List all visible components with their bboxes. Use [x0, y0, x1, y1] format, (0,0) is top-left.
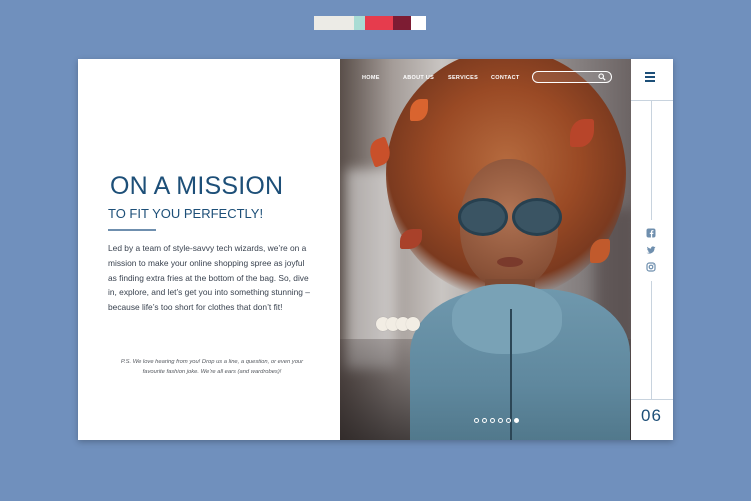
search-box: [532, 71, 612, 83]
sunglasses: [452, 198, 570, 238]
nav-contact[interactable]: CONTACT: [491, 75, 520, 81]
carousel-dot[interactable]: [514, 418, 519, 423]
page-subtitle: TO FIT YOU PERFECTLY!: [108, 206, 264, 221]
hero-text-panel: ON A MISSION TO FIT YOU PERFECTLY! Led b…: [78, 59, 340, 440]
nav-about-us[interactable]: ABOUT US: [403, 75, 434, 81]
nav-home[interactable]: HOME: [362, 75, 380, 81]
carousel-dot[interactable]: [498, 418, 503, 423]
model-lips: [497, 257, 523, 267]
right-rail: 06: [631, 59, 673, 440]
color-palette: [314, 16, 426, 30]
carousel-dots: [474, 418, 519, 423]
instagram-icon[interactable]: [646, 262, 656, 272]
divider: [631, 100, 673, 101]
mission-paragraph: Led by a team of style-savvy tech wizard…: [108, 243, 310, 313]
divider: [651, 281, 652, 399]
slider-handle[interactable]: [376, 317, 420, 331]
carousel-dot[interactable]: [506, 418, 511, 423]
jacket-collar: [452, 284, 562, 354]
sunglasses-lens: [458, 198, 508, 236]
nav-services[interactable]: SERVICES: [448, 75, 478, 81]
carousel-dot[interactable]: [474, 418, 479, 423]
sunglasses-lens: [512, 198, 562, 236]
carousel-dot[interactable]: [490, 418, 495, 423]
website-mockup: ON A MISSION TO FIT YOU PERFECTLY! Led b…: [78, 59, 673, 440]
page-number: 06: [641, 406, 662, 425]
hero-image: [340, 59, 631, 440]
divider: [631, 399, 673, 400]
ps-note: P.S. We love hearing from you! Drop us a…: [120, 359, 304, 375]
palette-swatch: [411, 16, 426, 30]
top-nav: HOME ABOUT US SERVICES CONTACT: [340, 59, 631, 99]
facebook-icon[interactable]: [646, 228, 656, 238]
palette-swatch: [314, 16, 354, 30]
handle-dot: [406, 317, 420, 331]
search-input[interactable]: [539, 73, 595, 81]
search-icon[interactable]: [598, 73, 606, 81]
palette-swatch: [354, 16, 365, 30]
carousel-dot[interactable]: [482, 418, 487, 423]
hamburger-menu-icon[interactable]: [645, 72, 657, 82]
title-underline: [108, 229, 156, 231]
divider: [651, 100, 652, 220]
palette-swatch: [365, 16, 393, 30]
page-title: ON A MISSION: [110, 172, 284, 200]
palette-swatch: [393, 16, 411, 30]
twitter-icon[interactable]: [646, 245, 656, 255]
